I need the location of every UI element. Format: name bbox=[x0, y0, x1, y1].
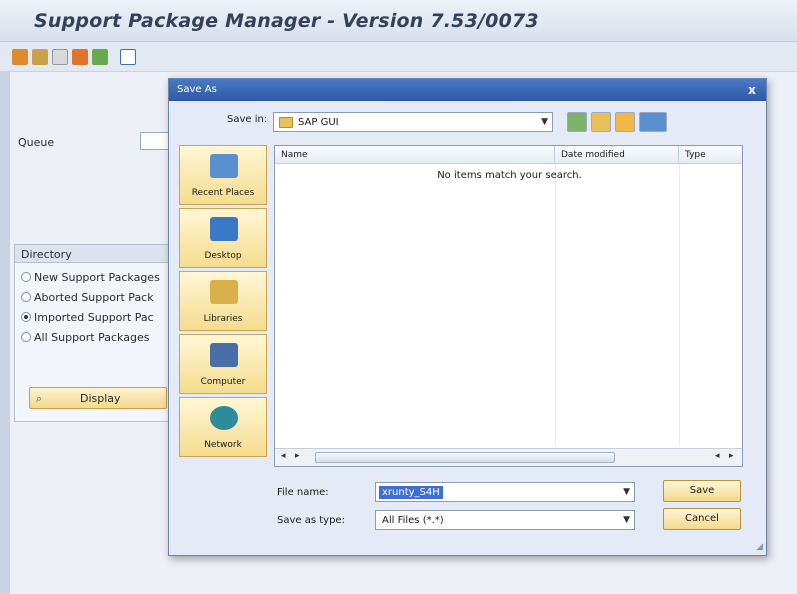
save-as-dialog: Save As x Save in: SAP GUI ▼ Recent Plac… bbox=[168, 78, 767, 556]
radio-button[interactable] bbox=[21, 292, 31, 302]
display-button-label: Display bbox=[80, 392, 121, 405]
column-header-date-modified[interactable]: Date modified bbox=[555, 146, 679, 164]
save-in-value: SAP GUI bbox=[298, 117, 339, 128]
display-button[interactable]: ⌕ Display bbox=[29, 387, 167, 409]
place-desktop[interactable]: Desktop bbox=[179, 208, 267, 268]
scroll-right-icon[interactable]: ▸ bbox=[295, 451, 300, 461]
place-label: Recent Places bbox=[191, 188, 255, 198]
search-icon[interactable] bbox=[32, 49, 48, 65]
empty-message: No items match your search. bbox=[437, 170, 582, 181]
places-bar: Recent Places Desktop Libraries Computer… bbox=[179, 145, 267, 461]
dialog-title: Save As bbox=[177, 84, 217, 95]
settings-icon[interactable] bbox=[12, 49, 28, 65]
info-icon[interactable] bbox=[120, 49, 136, 65]
chevron-down-icon: ▼ bbox=[623, 515, 630, 525]
column-divider bbox=[555, 164, 556, 446]
glasses-icon: ⌕ bbox=[36, 392, 43, 405]
place-network[interactable]: Network bbox=[179, 397, 267, 457]
save-button[interactable]: Save bbox=[663, 480, 741, 502]
network-icon bbox=[210, 406, 238, 430]
folder-icon bbox=[279, 117, 293, 128]
radio-label: Aborted Support Pack bbox=[34, 291, 154, 304]
place-label: Desktop bbox=[204, 251, 242, 261]
file-name-value: xrunty_S4H bbox=[379, 486, 443, 499]
resize-grip-icon[interactable]: ◢ bbox=[756, 542, 763, 552]
file-name-label: File name: bbox=[277, 487, 329, 498]
document-icon[interactable] bbox=[52, 49, 68, 65]
place-libraries[interactable]: Libraries bbox=[179, 271, 267, 331]
package-icon[interactable] bbox=[72, 49, 88, 65]
directory-heading: Directory bbox=[15, 245, 183, 263]
new-folder-icon[interactable] bbox=[615, 112, 635, 132]
view-menu-icon[interactable] bbox=[639, 112, 667, 132]
computer-icon bbox=[210, 343, 238, 367]
scroll-left-icon[interactable]: ◂ bbox=[715, 451, 720, 461]
radio-label: All Support Packages bbox=[34, 331, 150, 344]
sap-page-title: Support Package Manager - Version 7.53/0… bbox=[34, 10, 539, 32]
place-label: Network bbox=[204, 440, 242, 450]
sap-toolbar bbox=[0, 42, 797, 72]
radio-label: New Support Packages bbox=[34, 271, 160, 284]
save-as-type-label: Save as type: bbox=[277, 515, 345, 526]
sap-title-bar: Support Package Manager - Version 7.53/0… bbox=[0, 0, 797, 42]
column-header-name[interactable]: Name bbox=[275, 146, 555, 164]
place-label: Computer bbox=[200, 377, 246, 387]
up-folder-icon[interactable] bbox=[591, 112, 611, 132]
chevron-down-icon: ▼ bbox=[541, 117, 548, 127]
save-in-label: Save in: bbox=[227, 114, 268, 125]
recent-places-icon bbox=[210, 154, 238, 178]
radio-button[interactable] bbox=[21, 272, 31, 282]
scrollbar-thumb[interactable] bbox=[315, 452, 615, 463]
queue-label: Queue bbox=[18, 136, 55, 149]
directory-group: Directory New Support Packages Aborted S… bbox=[14, 244, 184, 422]
dialog-title-bar[interactable]: Save As x bbox=[169, 79, 766, 101]
file-list[interactable]: Name Date modified Type No items match y… bbox=[274, 145, 743, 467]
save-as-type-dropdown[interactable]: All Files (*.*) ▼ bbox=[375, 510, 635, 530]
column-header-type[interactable]: Type bbox=[679, 146, 742, 164]
back-icon[interactable] bbox=[567, 112, 587, 132]
place-computer[interactable]: Computer bbox=[179, 334, 267, 394]
column-divider bbox=[679, 164, 680, 446]
radio-label: Imported Support Pac bbox=[34, 311, 154, 324]
place-recent-places[interactable]: Recent Places bbox=[179, 145, 267, 205]
close-icon[interactable]: x bbox=[744, 82, 760, 98]
desktop-icon bbox=[210, 217, 238, 241]
check-icon[interactable] bbox=[92, 49, 108, 65]
radio-new-support-packages[interactable]: New Support Packages bbox=[21, 271, 160, 287]
chevron-down-icon[interactable]: ▼ bbox=[623, 487, 630, 497]
scroll-left-icon[interactable]: ◂ bbox=[281, 451, 286, 461]
radio-imported-support-packages[interactable]: Imported Support Pac bbox=[21, 311, 154, 327]
save-in-dropdown[interactable]: SAP GUI ▼ bbox=[273, 112, 553, 132]
radio-button-selected[interactable] bbox=[21, 312, 31, 322]
horizontal-scrollbar[interactable]: ◂ ▸ ◂ ▸ bbox=[275, 448, 742, 466]
radio-all-support-packages[interactable]: All Support Packages bbox=[21, 331, 149, 347]
file-name-input[interactable]: xrunty_S4H ▼ bbox=[375, 482, 635, 502]
radio-button[interactable] bbox=[21, 332, 31, 342]
scroll-right-icon[interactable]: ▸ bbox=[729, 451, 734, 461]
libraries-icon bbox=[210, 280, 238, 304]
cancel-button[interactable]: Cancel bbox=[663, 508, 741, 530]
radio-aborted-support-packages[interactable]: Aborted Support Pack bbox=[21, 291, 154, 307]
save-as-type-value: All Files (*.*) bbox=[382, 515, 444, 526]
sap-left-accent bbox=[0, 72, 10, 594]
place-label: Libraries bbox=[203, 314, 243, 324]
